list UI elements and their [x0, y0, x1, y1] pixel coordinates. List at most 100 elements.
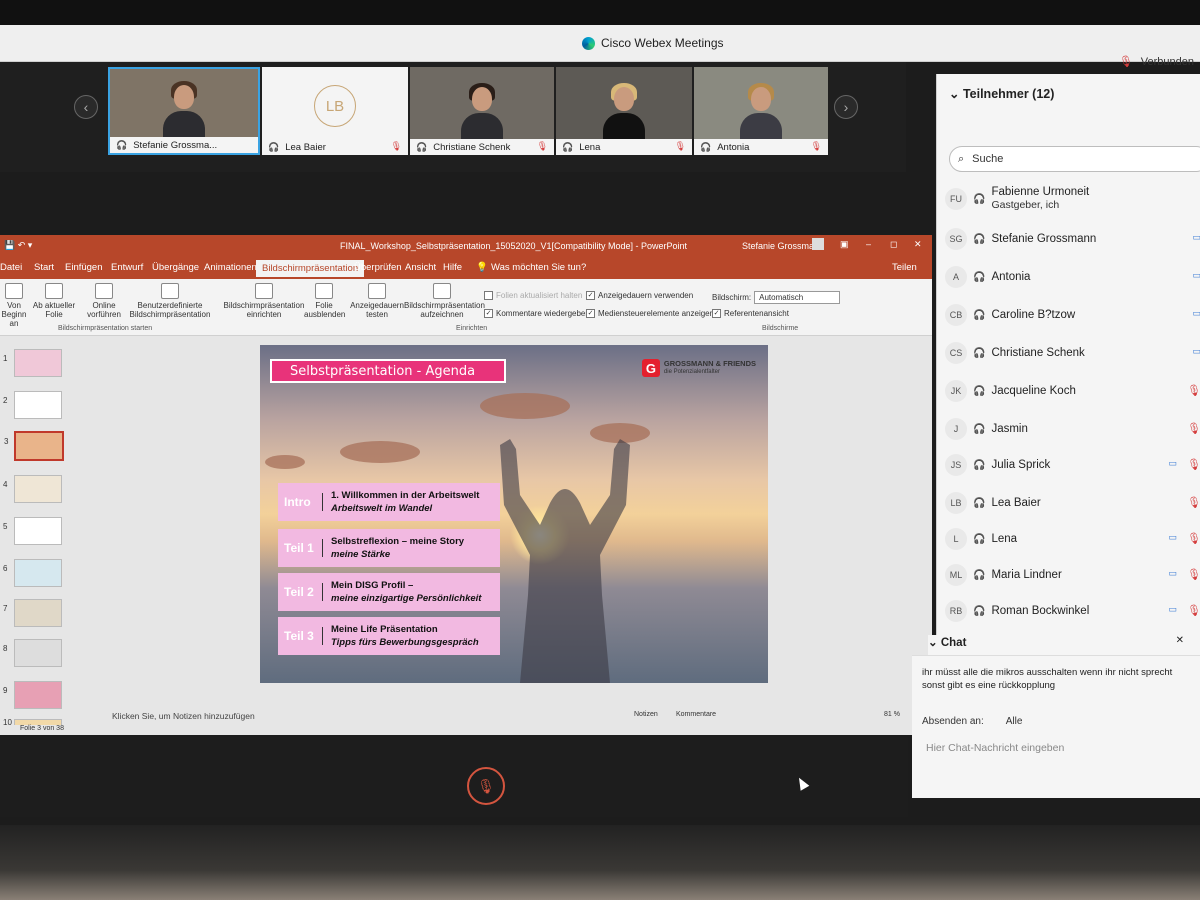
participant-row[interactable]: SG 🎧 Stefanie Grossmann ▭: [945, 222, 1200, 256]
meeting-controls: 🎙: [0, 737, 908, 817]
tab-entwurf[interactable]: Entwurf: [111, 262, 143, 273]
slide-thumbnail[interactable]: 7: [3, 599, 62, 627]
from-beginning-button[interactable]: Von Beginn an: [0, 283, 28, 328]
video-tile-christiane[interactable]: 🎧 Christiane Schenk 🎙: [410, 67, 554, 155]
video-tile-antonia[interactable]: 🎧 Antonia 🎙: [694, 67, 828, 155]
use-timings-checkbox[interactable]: ✓ Anzeigedauern verwenden: [586, 291, 693, 300]
thumb-number: 5: [3, 522, 8, 531]
prev-arrow-icon[interactable]: ‹: [74, 95, 98, 119]
chat-header[interactable]: ⌄ Chat ✕: [928, 635, 1200, 655]
quick-access-icons[interactable]: 💾 ↶ ▾: [4, 240, 32, 251]
play-comments-checkbox[interactable]: ✓ Kommentare wiedergeben: [484, 309, 590, 318]
participant-row[interactable]: LB 🎧 Lea Baier 🎙: [945, 486, 1200, 520]
participant-avatar: JK: [945, 380, 967, 402]
search-input[interactable]: ⌕ Suche: [949, 146, 1200, 172]
video-tile-stefanie[interactable]: 🎧 Stefanie Grossma...: [108, 67, 260, 155]
mic-muted-icon: 🎙: [810, 141, 822, 151]
rehearse-timings-button[interactable]: Anzeigedauern testen: [350, 283, 404, 319]
slide-thumbnail-selected[interactable]: 3: [4, 431, 64, 461]
comments-toggle[interactable]: Kommentare: [676, 711, 716, 718]
presenter-view-checkbox[interactable]: ✓ Referentenansicht: [712, 309, 789, 318]
participant-row[interactable]: RB 🎧 Roman Bockwinkel ▭ 🎙: [945, 594, 1200, 628]
slide-thumbnail[interactable]: 5: [3, 517, 62, 545]
hide-slide-button[interactable]: Folie ausblenden: [304, 283, 345, 319]
monitor-dropdown[interactable]: Automatisch: [754, 291, 841, 304]
notes-toggle[interactable]: Notizen: [634, 711, 658, 718]
record-show-button[interactable]: Bildschirmpräsentation aufzeichnen: [404, 283, 485, 319]
agenda-line2: Tipps fürs Bewerbungsgespräch: [331, 637, 479, 648]
ribbon: Von Beginn an Ab aktueller Folie Online …: [0, 279, 932, 336]
present-online-button[interactable]: Online vorführen: [84, 283, 124, 319]
send-to-value[interactable]: Alle: [1006, 716, 1023, 727]
avatar: LB: [314, 85, 356, 127]
participant-status-icons: 🎙: [1187, 384, 1200, 397]
participant-row[interactable]: L 🎧 Lena ▭ 🎙: [945, 522, 1200, 556]
participant-row[interactable]: CB 🎧 Caroline B?tzow ▭: [945, 298, 1200, 332]
slide-thumbnail[interactable]: 6: [3, 559, 62, 587]
chat-message: ihr müsst alle die mikros ausschalten we…: [922, 667, 1173, 691]
slide-thumbnail[interactable]: 1: [3, 349, 62, 377]
tell-me-search[interactable]: Was möchten Sie tun?: [491, 262, 586, 273]
slide-thumbnail[interactable]: 9: [3, 681, 62, 709]
participant-row[interactable]: JK 🎧 Jacqueline Koch 🎙: [945, 374, 1200, 408]
minimize-icon[interactable]: –: [866, 239, 871, 249]
group-label: Bildschirmpräsentation starten: [58, 325, 153, 332]
from-current-button[interactable]: Ab aktueller Folie: [32, 283, 76, 319]
participant-row[interactable]: J 🎧 Jasmin 🎙: [945, 412, 1200, 446]
group-label: Bildschirme: [762, 325, 799, 332]
cloud-shape: [340, 441, 420, 463]
agenda-label: Intro: [278, 493, 323, 511]
video-tile-lena[interactable]: 🎧 Lena 🎙: [556, 67, 692, 155]
slide-thumbnail[interactable]: 2: [3, 391, 62, 419]
mic-muted-icon: 🎙: [1187, 385, 1200, 397]
participant-avatar: JS: [945, 454, 967, 476]
headset-icon: 🎧: [562, 141, 574, 152]
button-label: Benutzerdefinierte Bildschirmpräsentatio…: [129, 301, 211, 319]
notes-field[interactable]: Klicken Sie, um Notizen hinzuzufügen: [86, 709, 920, 723]
laptop-base: [0, 825, 1200, 900]
participant-name-block: Lena: [991, 533, 1017, 546]
participant-row[interactable]: JS 🎧 Julia Sprick ▭ 🎙: [945, 448, 1200, 482]
show-media-controls-checkbox[interactable]: ✓ Mediensteuerelemente anzeigen: [586, 309, 714, 318]
video-tile-lea[interactable]: LB 🎧 Lea Baier 🎙: [262, 67, 408, 155]
share-button[interactable]: Teilen: [892, 262, 917, 273]
participant-name-block: Caroline B?tzow: [991, 309, 1075, 322]
zoom-level[interactable]: 81 %: [884, 711, 900, 718]
slide-thumbnail[interactable]: 8: [3, 639, 62, 667]
participant-name: Christiane Schenk: [991, 346, 1085, 359]
close-chat-icon[interactable]: ✕: [1176, 635, 1184, 646]
participant-row[interactable]: A 🎧 Antonia ▭: [945, 260, 1200, 294]
participant-name: Jasmin: [991, 422, 1028, 435]
user-avatar[interactable]: [812, 238, 824, 250]
tab-animationen[interactable]: Animationen: [204, 262, 257, 273]
chat-title: Chat: [940, 637, 967, 649]
participant-row[interactable]: CS 🎧 Christiane Schenk ▭: [945, 336, 1200, 370]
monitor-selector[interactable]: Bildschirm: Automatisch: [712, 291, 841, 304]
chat-input[interactable]: Hier Chat-Nachricht eingeben: [926, 742, 1064, 754]
participant-row[interactable]: FU 🎧 Fabienne Urmoneit Gastgeber, ich: [945, 182, 1200, 216]
tab-uebergaenge[interactable]: Übergänge: [152, 262, 199, 273]
next-arrow-icon[interactable]: ›: [834, 95, 858, 119]
video-camera-icon: ▭: [1168, 532, 1178, 542]
close-icon[interactable]: ✕: [914, 239, 922, 250]
tab-start[interactable]: Start: [34, 262, 54, 273]
setup-show-button[interactable]: Bildschirmpräsentation einrichten: [222, 283, 306, 319]
tab-hilfe[interactable]: Hilfe: [443, 262, 462, 273]
checkbox-label: Mediensteuerelemente anzeigen: [598, 309, 715, 318]
custom-show-button[interactable]: Benutzerdefinierte Bildschirmpräsentatio…: [126, 283, 214, 319]
slide-thumbnail[interactable]: 4: [3, 475, 62, 503]
tab-ansicht[interactable]: Ansicht: [405, 262, 436, 273]
participants-header[interactable]: ⌄ Teilnehmer (12): [949, 86, 1054, 101]
keep-updated-checkbox[interactable]: Folien aktualisiert halten: [484, 291, 582, 300]
tab-bildschirmpraesentation[interactable]: Bildschirmpräsentation: [256, 260, 365, 277]
tab-datei[interactable]: Datei: [0, 262, 22, 273]
maximize-icon[interactable]: ◻: [890, 239, 897, 250]
slide-canvas[interactable]: Selbstpräsentation - Agenda G GROSSMANN …: [260, 345, 768, 683]
tab-einfuegen[interactable]: Einfügen: [65, 262, 103, 273]
thumb-number: 2: [3, 396, 8, 405]
tab-ueberpruefen[interactable]: Überprüfen: [354, 262, 402, 273]
participant-row[interactable]: ML 🎧 Maria Lindner ▭ 🎙: [945, 558, 1200, 592]
mute-button[interactable]: 🎙: [467, 767, 505, 805]
send-to-selector[interactable]: Absenden an: Alle: [922, 716, 1022, 727]
ribbon-display-icon[interactable]: ▣: [840, 239, 849, 250]
